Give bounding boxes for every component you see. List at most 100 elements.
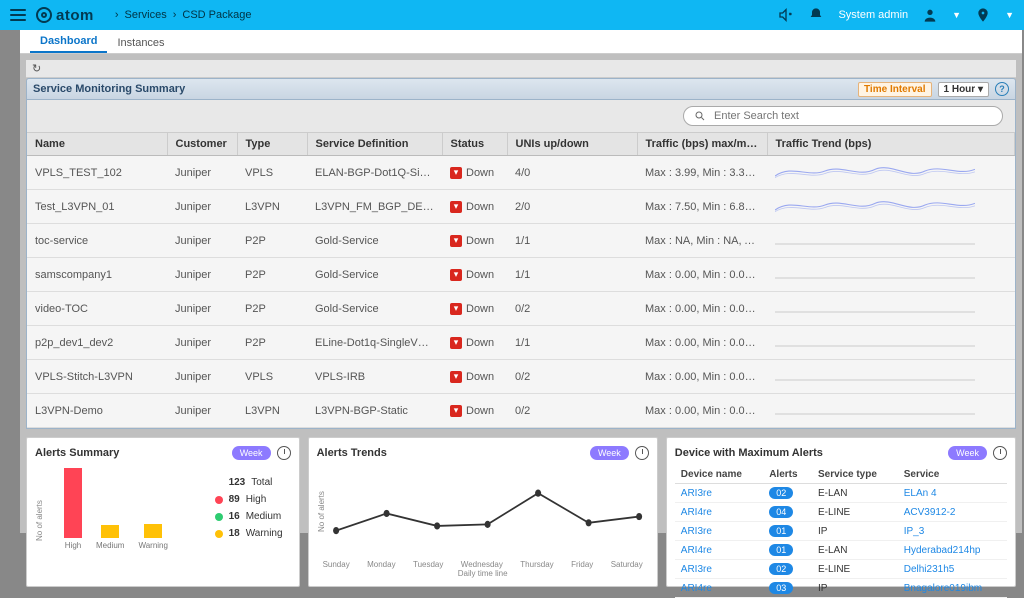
breadcrumb-services[interactable]: Services — [125, 9, 167, 21]
search-box[interactable] — [683, 106, 1003, 126]
cell-uni: 4/0 — [507, 156, 637, 190]
col-header[interactable]: Device name — [675, 466, 763, 484]
week-pill[interactable]: Week — [590, 446, 629, 460]
mute-icon[interactable] — [778, 7, 794, 23]
service-link[interactable]: Bnagalore019ibm — [904, 583, 982, 594]
cell-traffic: Max : 0.00, Min : 0.00, Average... — [637, 360, 767, 394]
service-link[interactable]: IP_3 — [904, 526, 925, 537]
alerts-trends-card: Alerts Trends Week No of alerts SundayMo… — [308, 437, 658, 587]
cell-def: L3VPN-BGP-Static — [307, 394, 442, 428]
col-header[interactable]: Name — [27, 133, 167, 156]
cell-name: samscompany1 — [27, 258, 167, 292]
table-row[interactable]: ARI3re02E-LANELAn 4 — [675, 484, 1007, 503]
chevron-down-icon[interactable]: ▼ — [952, 10, 961, 20]
table-row[interactable]: VPLS-Stitch-L3VPNJuniperVPLSVPLS-IRB▾Dow… — [27, 360, 1015, 394]
alerts-bars: HighMediumWarning — [64, 470, 168, 550]
table-row[interactable]: samscompany1JuniperP2PGold-Service▾Down1… — [27, 258, 1015, 292]
top-bar: atom › Services › CSD Package System adm… — [0, 0, 1024, 30]
chevron-down-icon[interactable]: ▼ — [1005, 10, 1014, 20]
cell-customer: Juniper — [167, 224, 237, 258]
cell-type: VPLS — [237, 360, 307, 394]
col-header[interactable]: Service type — [812, 466, 898, 484]
clock-icon[interactable] — [993, 446, 1007, 460]
table-row[interactable]: ARI4re01E-LANHyderabad214hp — [675, 541, 1007, 560]
brand-logo[interactable]: atom — [36, 7, 94, 24]
table-row[interactable]: L3VPN-DemoJuniperL3VPNL3VPN-BGP-Static▾D… — [27, 394, 1015, 428]
table-row[interactable]: ARI3re 01IP IP_3 — [675, 522, 1007, 541]
device-link[interactable]: ARI3re — [681, 488, 712, 499]
user-icon[interactable] — [922, 7, 938, 23]
breadcrumb-csd-package[interactable]: CSD Package — [182, 9, 251, 21]
bell-icon[interactable] — [808, 7, 824, 23]
cell-def: L3VPN_FM_BGP_DEMO_90 — [307, 190, 442, 224]
col-header[interactable]: Alerts — [763, 466, 812, 484]
cell-traffic: Max : 0.00, Min : 0.00, Average... — [637, 258, 767, 292]
col-header[interactable]: Traffic (bps) max/min/avg — [637, 133, 767, 156]
cell-type: L3VPN — [237, 190, 307, 224]
cell-spark — [767, 258, 1015, 292]
cell-customer: Juniper — [167, 360, 237, 394]
device-link[interactable]: ARI3re — [681, 526, 712, 537]
cell-stype: IP — [812, 579, 898, 598]
service-link[interactable]: ELAn 4 — [904, 488, 937, 499]
tab-dashboard[interactable]: Dashboard — [30, 31, 107, 53]
cell-stype: IP — [812, 522, 898, 541]
cell-customer: Juniper — [167, 292, 237, 326]
device-link[interactable]: ARI4re — [681, 545, 712, 556]
tab-instances[interactable]: Instances — [107, 33, 174, 53]
col-header[interactable]: Service Definition — [307, 133, 442, 156]
cell-status: ▾Down — [442, 224, 507, 258]
table-row[interactable]: p2p_dev1_dev2JuniperP2PELine-Dot1q-Singl… — [27, 326, 1015, 360]
location-icon[interactable] — [975, 7, 991, 23]
col-header[interactable]: Status — [442, 133, 507, 156]
col-header[interactable]: Customer — [167, 133, 237, 156]
cell-spark — [767, 156, 1015, 190]
cell-alerts: 02 — [763, 560, 812, 579]
clock-icon[interactable] — [635, 446, 649, 460]
week-pill[interactable]: Week — [948, 446, 987, 460]
down-icon: ▾ — [450, 167, 462, 179]
device-link[interactable]: ARI3re — [681, 564, 712, 575]
service-link[interactable]: Hyderabad214hp — [904, 545, 981, 556]
cell-def: ELAN-BGP-Dot1Q-SingleVLAN — [307, 156, 442, 190]
cell-alerts: 01 — [763, 522, 812, 541]
table-row[interactable]: ARI4re04E-LINEACV3912-2 — [675, 503, 1007, 522]
bar: Medium — [96, 525, 124, 550]
refresh-icon[interactable]: ↻ — [32, 62, 41, 75]
table-row[interactable]: video-TOCJuniperP2PGold-Service▾Down0/2M… — [27, 292, 1015, 326]
cell-name: video-TOC — [27, 292, 167, 326]
cell-name: VPLS_TEST_102 — [27, 156, 167, 190]
cell-name: Test_L3VPN_01 — [27, 190, 167, 224]
breadcrumb: › Services › CSD Package — [109, 9, 252, 21]
table-row[interactable]: Test_L3VPN_01JuniperL3VPNL3VPN_FM_BGP_DE… — [27, 190, 1015, 224]
clock-icon[interactable] — [277, 446, 291, 460]
service-link[interactable]: Delhi231h5 — [904, 564, 955, 575]
cell-customer: Juniper — [167, 156, 237, 190]
time-interval-select[interactable]: 1 Hour ▾ — [938, 82, 989, 97]
help-icon[interactable]: ? — [995, 82, 1009, 96]
col-header[interactable]: UNIs up/down — [507, 133, 637, 156]
col-header[interactable]: Type — [237, 133, 307, 156]
menu-icon[interactable] — [10, 9, 26, 21]
week-pill[interactable]: Week — [232, 446, 271, 460]
x-tick: Wednesday — [461, 560, 503, 569]
cell-traffic: Max : 0.00, Min : 0.00, Average... — [637, 292, 767, 326]
table-row[interactable]: toc-serviceJuniperP2PGold-Service▾Down1/… — [27, 224, 1015, 258]
cell-traffic: Max : 0.00, Min : 0.00, Average... — [637, 394, 767, 428]
col-header[interactable]: Service — [898, 466, 1007, 484]
device-link[interactable]: ARI4re — [681, 507, 712, 518]
table-row[interactable]: ARI4re03IPBnagalore019ibm — [675, 579, 1007, 598]
col-header[interactable]: Traffic Trend (bps) — [767, 133, 1015, 156]
x-tick: Monday — [367, 560, 395, 569]
service-link[interactable]: ACV3912-2 — [904, 507, 956, 518]
bar: Warning — [138, 524, 168, 550]
table-row[interactable]: VPLS_TEST_102JuniperVPLSELAN-BGP-Dot1Q-S… — [27, 156, 1015, 190]
alerts-summary-card: Alerts Summary Week No of alerts HighMed… — [26, 437, 300, 587]
search-input[interactable] — [712, 109, 992, 123]
device-link[interactable]: ARI4re — [681, 583, 712, 594]
service-table: NameCustomerTypeService DefinitionStatus… — [27, 133, 1015, 428]
down-icon: ▾ — [450, 303, 462, 315]
card-title: Alerts Summary — [35, 447, 119, 459]
table-row[interactable]: ARI3re02E-LINEDelhi231h5 — [675, 560, 1007, 579]
cell-alerts: 04 — [763, 503, 812, 522]
